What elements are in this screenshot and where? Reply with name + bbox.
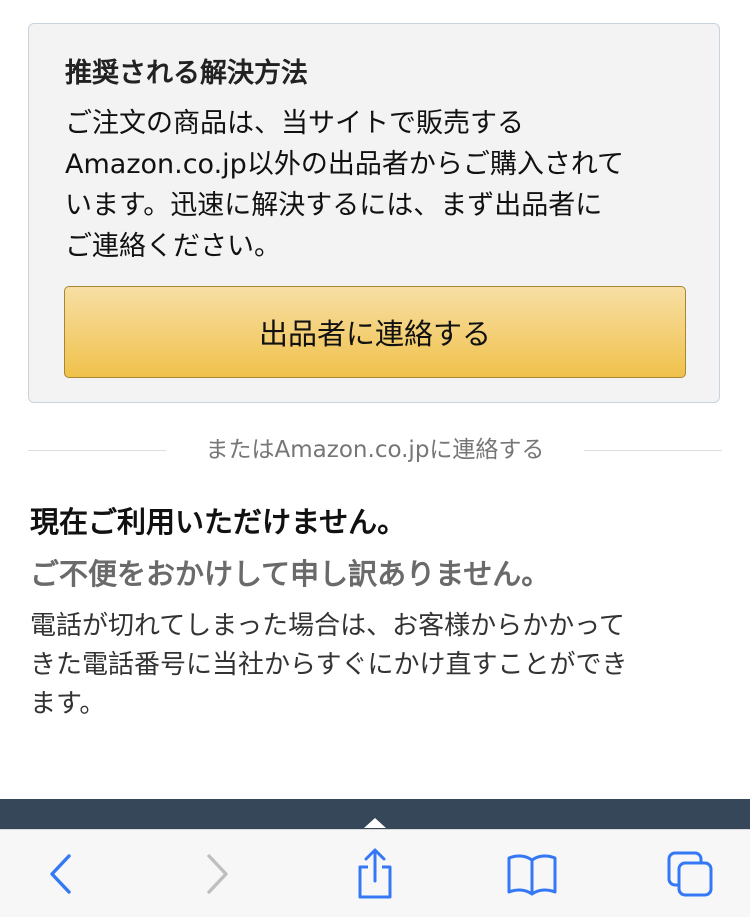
share-button[interactable] — [345, 844, 405, 904]
callback-info-text: 電話が切れてしまった場合は、お客様からかかって きた電話番号に当社からすぐにかけ… — [30, 607, 730, 724]
bookmarks-button[interactable] — [502, 844, 562, 904]
callback-text-line: ます。 — [30, 689, 106, 719]
recommended-solution-text: ご注文の商品は、当サイトで販売する Amazon.co.jp以外の出品者からご購… — [65, 103, 695, 267]
recommended-text-line: ご注文の商品は、当サイトで販売する — [65, 108, 524, 139]
recommended-solution-title: 推奨される解決方法 — [65, 58, 308, 89]
back-to-top-caret-icon[interactable] — [364, 818, 386, 828]
divider-line-left — [28, 450, 166, 451]
share-icon — [358, 848, 392, 899]
browser-toolbar — [0, 829, 750, 917]
forward-icon — [207, 854, 228, 894]
unavailable-heading: 現在ご利用いただけません。 — [30, 505, 407, 539]
back-button[interactable] — [31, 844, 91, 904]
forward-button[interactable] — [187, 844, 247, 904]
bookmarks-icon — [507, 854, 557, 896]
recommended-text-line: Amazon.co.jp以外の出品者からご購入されて — [65, 149, 625, 180]
contact-seller-button[interactable]: 出品者に連絡する — [64, 286, 686, 378]
recommended-text-line: います。迅速に解決するには、まず出品者に — [65, 190, 603, 221]
tabs-button[interactable] — [660, 844, 720, 904]
tabs-icon — [667, 851, 713, 897]
recommended-text-line: ご連絡ください。 — [65, 231, 281, 262]
back-icon — [50, 854, 71, 894]
callback-text-line: きた電話番号に当社からすぐにかけ直すことができ — [30, 650, 628, 680]
recommended-solution-card: 推奨される解決方法 ご注文の商品は、当サイトで販売する Amazon.co.jp… — [28, 23, 720, 403]
apology-text: ご不便をおかけして申し訳ありません。 — [30, 557, 551, 591]
callback-text-line: 電話が切れてしまった場合は、お客様からかかって — [30, 611, 625, 641]
or-contact-amazon-divider: またはAmazon.co.jpに連絡する — [205, 437, 545, 463]
divider-line-right — [584, 450, 722, 451]
